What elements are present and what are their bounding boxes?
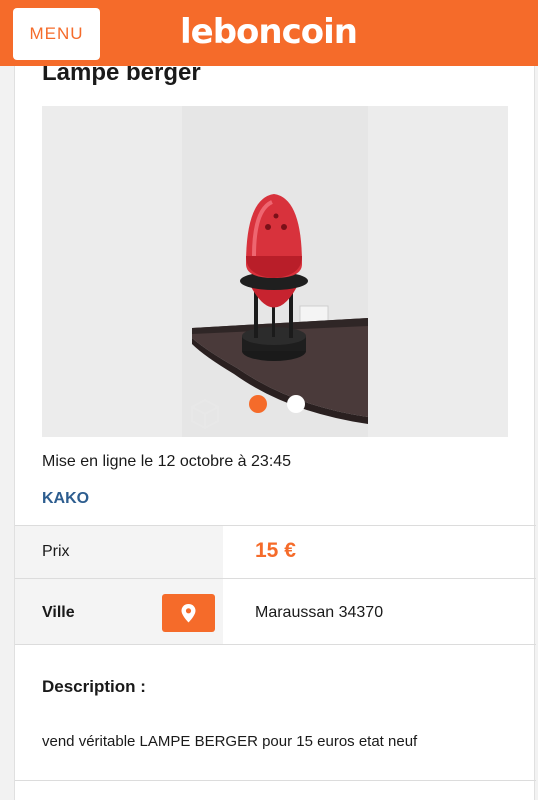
location-pin-icon [181, 604, 196, 623]
description-title: Description : [42, 677, 146, 696]
map-button[interactable] [162, 594, 215, 632]
seller-link[interactable]: KAKO [42, 489, 89, 509]
description-text: vend véritable LAMPE BERGER pour 15 euro… [42, 733, 418, 750]
posted-date: Mise en ligne le 12 octobre à 23:45 [42, 453, 292, 470]
price-value: 15 € [255, 539, 296, 562]
cube-icon [191, 398, 219, 430]
leboncoin-logo[interactable]: leboncoin [180, 12, 358, 52]
city-row: Ville Maraussan 34370 [15, 578, 536, 645]
lamp-image [182, 106, 368, 437]
product-photo[interactable] [182, 106, 368, 437]
photo-gallery[interactable] [42, 106, 508, 437]
top-header: MENU leboncoin [0, 0, 538, 66]
price-label: Prix [42, 543, 70, 560]
gallery-dot-2[interactable] [287, 395, 305, 413]
menu-button[interactable]: MENU [13, 8, 100, 60]
ad-page: Lampe berger Mise en ligne le 12 octobre… [0, 0, 538, 800]
divider [15, 780, 536, 781]
gallery-dot-1[interactable] [249, 395, 267, 413]
price-row: Prix 15 € [15, 525, 536, 578]
city-value: Maraussan 34370 [255, 604, 384, 621]
ad-card: Lampe berger Mise en ligne le 12 octobre… [14, 0, 536, 800]
city-label: Ville [42, 604, 75, 621]
